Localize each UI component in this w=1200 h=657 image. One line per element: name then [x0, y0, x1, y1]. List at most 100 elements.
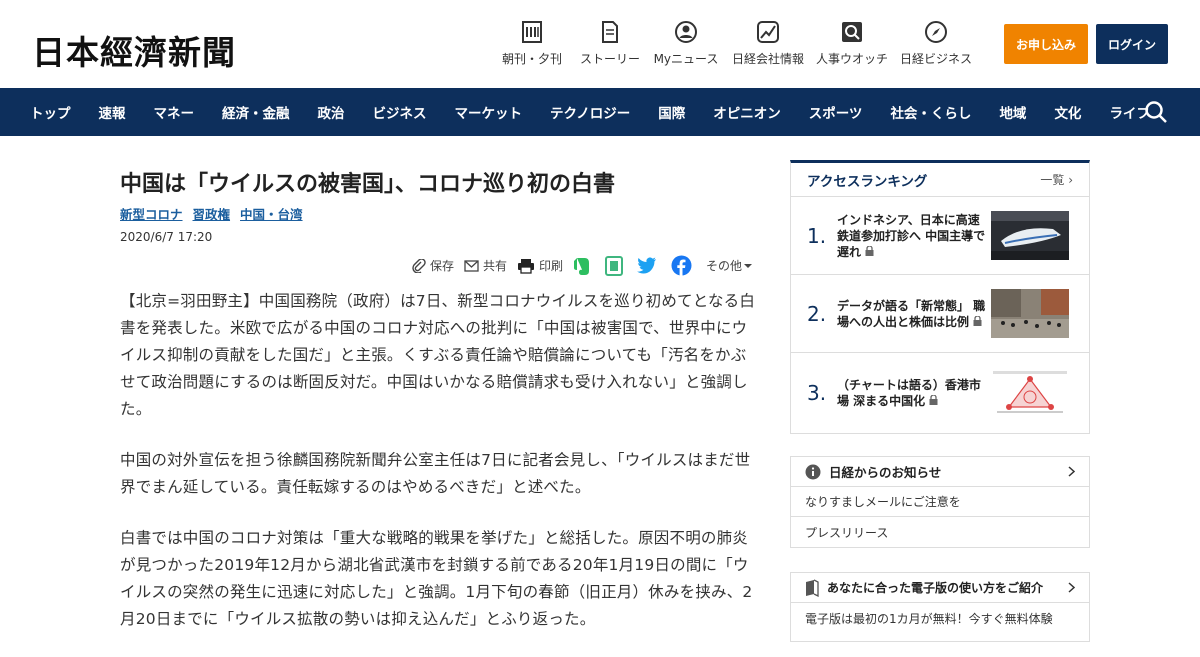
clip-icon — [412, 258, 426, 273]
site-header: 日本經濟新聞 朝刊・夕刊 ストーリー Myニュース 日経会社情報 人事ウオッチ … — [0, 0, 1200, 88]
caret-down-icon — [744, 263, 752, 268]
subscribe-button[interactable]: お申し込み — [1004, 24, 1088, 64]
share-button[interactable]: 共有 — [464, 257, 507, 274]
ranking-headline: インドネシア、日本に高速鉄道参加打診へ 中国主導で遅れ — [837, 212, 986, 259]
login-button[interactable]: ログイン — [1096, 24, 1168, 64]
chevron-right-icon — [1068, 582, 1075, 593]
main-nav-item[interactable]: マーケット — [455, 102, 523, 122]
ranking-header: アクセスランキング 一覧 › — [791, 163, 1089, 197]
header-nav-label: 朝刊・夕刊 — [501, 52, 562, 66]
main-nav-item[interactable]: スポーツ — [809, 102, 863, 122]
article-tag[interactable]: 新型コロナ — [120, 204, 183, 223]
twitter-icon — [636, 257, 656, 274]
evernote-icon — [573, 257, 589, 275]
chevron-right-icon: › — [1068, 173, 1073, 187]
header-nav-business[interactable]: 日経ビジネス — [894, 20, 978, 67]
print-icon — [517, 258, 534, 274]
main-nav-item[interactable]: 経済・金融 — [222, 102, 290, 122]
ranking-item[interactable]: 3. （チャートは語る）香港市場 深まる中国化 — [791, 353, 1089, 433]
lock-icon — [929, 394, 938, 405]
ranking-thumbnail-chart — [991, 368, 1069, 418]
main-nav-item[interactable]: 社会・くらし — [890, 102, 971, 122]
facebook-icon — [671, 255, 692, 276]
free-trial-link[interactable]: 電子版は最初の1カ月が無料！今すぐ無料体験 — [791, 603, 1089, 633]
article-tag[interactable]: 習政権 — [193, 204, 231, 223]
ranking-text: インドネシア、日本に高速鉄道参加打診へ 中国主導で遅れ — [837, 212, 991, 260]
main-nav-item[interactable]: ビジネス — [373, 102, 427, 122]
header-nav-label: 日経会社情報 — [732, 52, 805, 66]
main-nav-item[interactable]: テクノロジー — [550, 102, 630, 122]
ranking-text: データが語る「新常態」 職場への人出と株価は比例 — [837, 298, 991, 330]
ranking-thumbnail-crowd — [991, 289, 1069, 338]
guide-title: あなたに合った電子版の使い方をご紹介 — [827, 581, 1044, 595]
main-nav-item[interactable]: 文化 — [1054, 102, 1081, 122]
more-label: その他 — [705, 259, 742, 273]
ranking-more-label: 一覧 — [1040, 173, 1065, 187]
nikkei-notices: 日経からのお知らせ なりすましメールにご注意を プレスリリース — [790, 456, 1090, 548]
ranking-number: 2. — [807, 301, 827, 326]
article-paragraph: 中国の対外宣伝を担う徐麟国務院新聞弁公室主任は7日に記者会見し、「ウイルスはまだ… — [120, 451, 751, 496]
chart-icon — [756, 20, 780, 44]
story-icon — [598, 20, 622, 44]
header-nav-label: Myニュース — [653, 52, 719, 66]
article: 中国は「ウイルスの被害国」、コロナ巡り初の白書 新型コロナ 習政権 中国・台湾 … — [120, 168, 756, 628]
notebook-button[interactable] — [604, 255, 627, 276]
share-bar: 保存 共有 印刷 その他 — [402, 255, 756, 276]
ranking-more-link[interactable]: 一覧 › — [1040, 171, 1073, 188]
ranking-headline: （チャートは語る）香港市場 深まる中国化 — [837, 378, 981, 408]
site-logo[interactable]: 日本經濟新聞 — [32, 26, 236, 74]
ranking-title: アクセスランキング — [807, 173, 928, 190]
main-nav-item[interactable]: トップ — [30, 102, 71, 122]
notices-title: 日経からのお知らせ — [829, 465, 942, 480]
evernote-button[interactable] — [573, 256, 595, 276]
ranking-text: （チャートは語る）香港市場 深まる中国化 — [837, 377, 991, 409]
article-paragraph: 【北京=羽田野主】中国国務院（政府）は7日、新型コロナウイルスを巡り初めてとなる… — [120, 292, 756, 418]
guide-header[interactable]: あなたに合った電子版の使い方をご紹介 — [791, 573, 1089, 603]
save-button[interactable]: 保存 — [412, 257, 454, 274]
twitter-button[interactable] — [636, 257, 661, 274]
notices-header[interactable]: 日経からのお知らせ — [791, 457, 1089, 487]
notebook-icon — [604, 255, 623, 276]
info-icon — [805, 464, 821, 479]
article-title: 中国は「ウイルスの被害国」、コロナ巡り初の白書 — [120, 172, 616, 197]
lock-icon — [973, 314, 982, 326]
header-nav-jinji[interactable]: 人事ウオッチ — [810, 20, 894, 67]
header-nav-label: 日経ビジネス — [900, 52, 973, 66]
compass-icon — [924, 20, 948, 44]
main-nav-list: トップ 速報 マネー 経済・金融 政治 ビジネス マーケット テクノロジー 国際… — [0, 88, 1200, 136]
notice-link[interactable]: プレスリリース — [791, 517, 1089, 547]
more-share-button[interactable]: その他 — [706, 257, 756, 274]
ranking-item[interactable]: 1. インドネシア、日本に高速鉄道参加打診へ 中国主導で遅れ — [791, 197, 1089, 275]
header-nav-story[interactable]: ストーリー — [574, 20, 646, 67]
ranking-headline: データが語る「新常態」 職場への人出と株価は比例 — [837, 298, 986, 329]
article-tag[interactable]: 中国・台湾 — [240, 204, 303, 223]
main-nav-item[interactable]: 政治 — [318, 102, 345, 122]
main-nav: トップ 速報 マネー 経済・金融 政治 ビジネス マーケット テクノロジー 国際… — [0, 88, 1200, 136]
header-nav-label: ストーリー — [580, 52, 641, 66]
search-person-icon — [840, 20, 864, 44]
header-nav: 朝刊・夕刊 ストーリー Myニュース 日経会社情報 人事ウオッチ 日経ビジネス — [490, 20, 978, 67]
main-nav-item[interactable]: マネー — [154, 102, 195, 122]
article-date: 2020/6/7 17:20 — [120, 230, 213, 244]
header-nav-company[interactable]: 日経会社情報 — [726, 20, 810, 67]
notice-link[interactable]: なりすましメールにご注意を — [791, 487, 1089, 517]
facebook-button[interactable] — [671, 255, 696, 276]
article-body: 【北京=羽田野主】中国国務院（政府）は7日、新型コロナウイルスを巡り初めてとなる… — [120, 288, 756, 657]
ranking-item[interactable]: 2. データが語る「新常態」 職場への人出と株価は比例 — [791, 275, 1089, 353]
newspaper-icon — [520, 20, 544, 44]
mail-icon — [464, 259, 479, 272]
digital-guide: あなたに合った電子版の使い方をご紹介 電子版は最初の1カ月が無料！今すぐ無料体験 — [790, 572, 1090, 642]
header-nav-mynews[interactable]: Myニュース — [646, 20, 726, 67]
search-icon[interactable] — [1144, 100, 1168, 124]
ranking-thumbnail-train — [991, 211, 1069, 260]
ranking-number: 3. — [807, 381, 827, 405]
main-nav-item[interactable]: 速報 — [99, 102, 126, 122]
main-nav-item[interactable]: 地域 — [999, 102, 1026, 122]
ranking-number: 1. — [807, 223, 827, 248]
main-nav-item[interactable]: 国際 — [658, 102, 685, 122]
header-nav-paper[interactable]: 朝刊・夕刊 — [490, 20, 574, 67]
save-label: 保存 — [429, 259, 454, 273]
access-ranking: アクセスランキング 一覧 › 1. インドネシア、日本に高速鉄道参加打診へ 中国… — [790, 160, 1090, 434]
print-button[interactable]: 印刷 — [517, 257, 563, 274]
main-nav-item[interactable]: オピニオン — [713, 102, 781, 122]
